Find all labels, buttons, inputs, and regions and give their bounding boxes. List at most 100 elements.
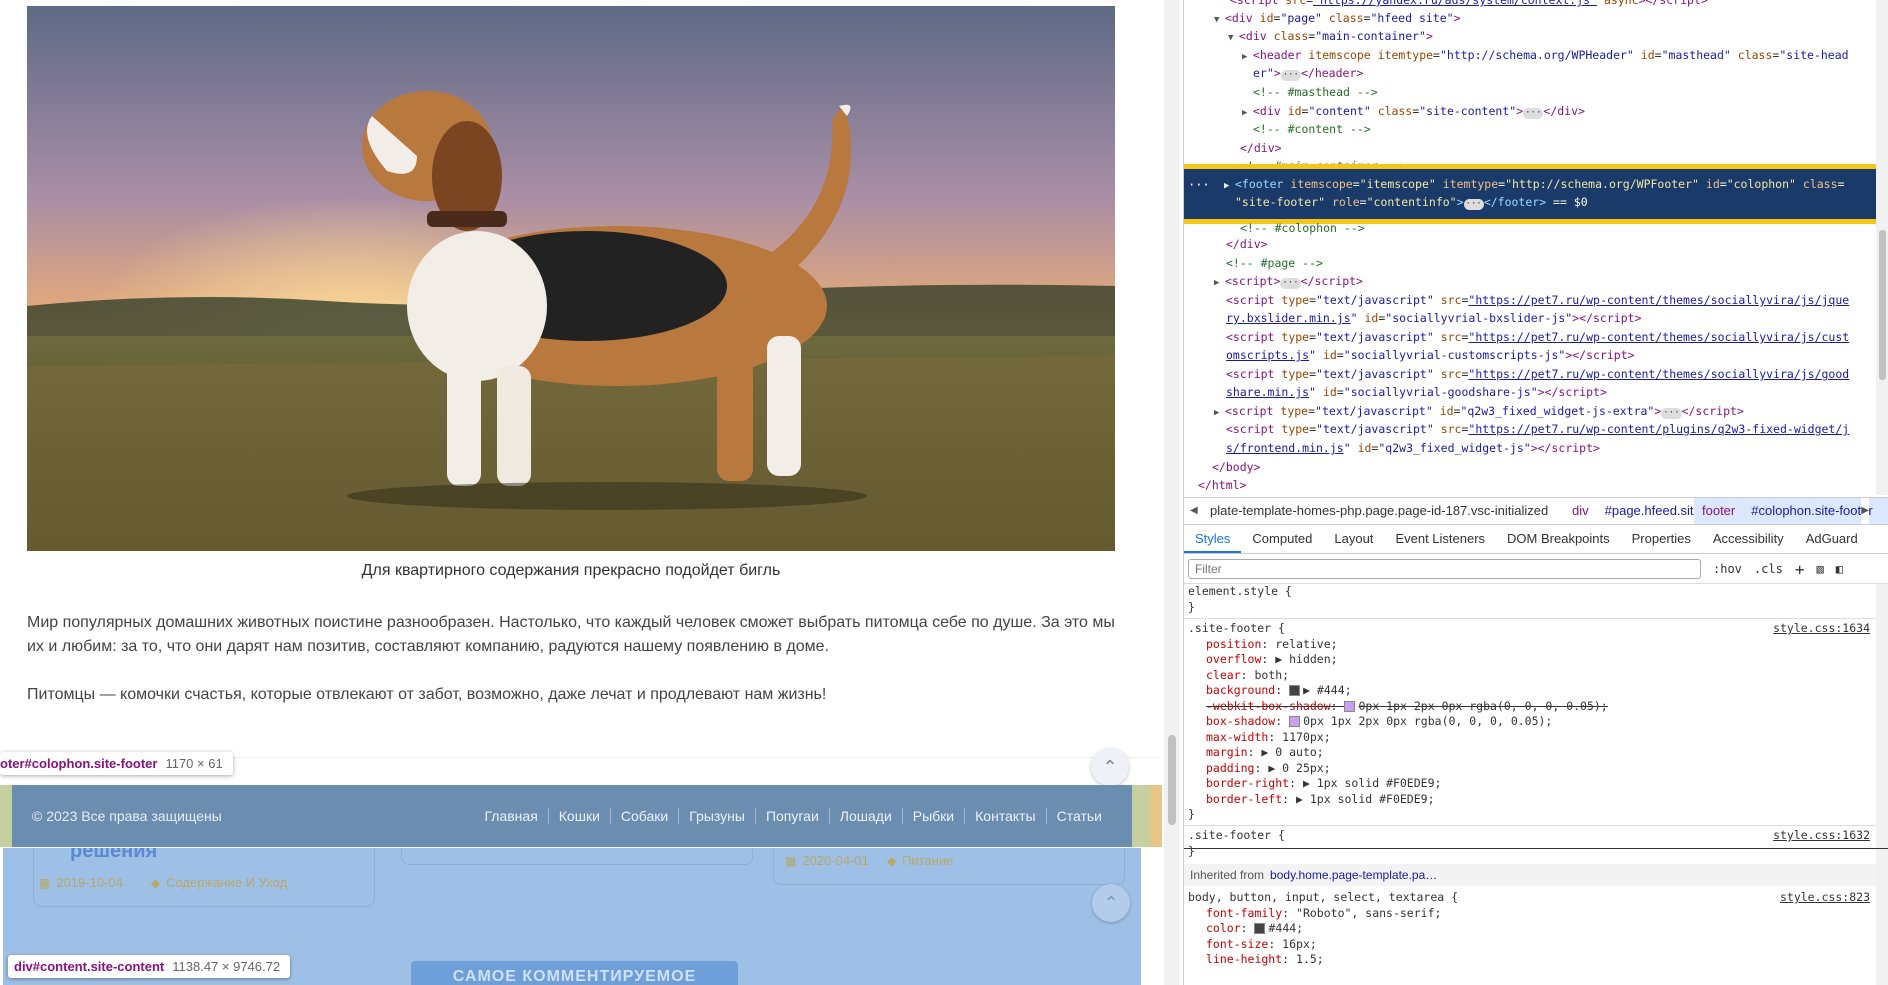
shadow-editor-icon[interactable] (1344, 701, 1356, 712)
rule-selector[interactable]: element.style { (1188, 584, 1292, 600)
paint-brush-icon[interactable]: ▧ (1816, 562, 1823, 576)
scrollbar-thumb[interactable] (1168, 735, 1176, 825)
css-property[interactable]: position: relative; (1206, 637, 1338, 653)
chevron-right-icon[interactable]: ▶ (1861, 498, 1869, 524)
tab-accessibility[interactable]: Accessibility (1702, 525, 1795, 553)
rule-source-link[interactable]: style.css:1634 (1773, 621, 1870, 635)
scroll-to-top-button[interactable]: ⌃ (1092, 884, 1130, 922)
image-caption: Для квартирного содержания прекрасно под… (361, 562, 781, 579)
elements-scrollbar[interactable] (1876, 0, 1888, 495)
article-paragraph: Мир популярных домашних животных поистин… (27, 614, 1115, 655)
expand-triangle-icon[interactable]: ▶ (1214, 405, 1225, 421)
scrollbar-thumb[interactable] (1879, 230, 1886, 380)
css-property[interactable]: line-height: 1.5; (1206, 952, 1324, 968)
css-property[interactable]: padding: ▶ 0 25px; (1206, 761, 1331, 777)
css-property[interactable]: font-size: 16px; (1206, 937, 1317, 953)
css-property[interactable]: font-family: "Roboto", sans-serif; (1206, 906, 1441, 922)
css-property[interactable]: border-right: ▶ 1px solid #F0EDE9; (1206, 776, 1441, 792)
divider (1184, 825, 1876, 826)
inherited-link[interactable]: body.home.page-template.pa… (1270, 868, 1437, 882)
footer-link-dogs[interactable]: Собаки (609, 808, 678, 824)
footer-link-parrots[interactable]: Попугаи (754, 808, 829, 824)
rule-close: } (1188, 844, 1195, 858)
rule-source-link[interactable]: style.css:823 (1780, 890, 1870, 904)
calendar-icon: ▦ (785, 853, 797, 868)
css-property[interactable]: color: #444; (1206, 921, 1303, 937)
beagle-photo (27, 6, 1115, 551)
footer-link-cats[interactable]: Кошки (547, 808, 610, 824)
chevron-up-icon: ⌃ (1103, 892, 1119, 913)
footer-link-contacts[interactable]: Контакты (964, 808, 1045, 824)
css-property-overridden[interactable]: -webkit-box-shadow: 0px 1px 2px 0px rgba… (1206, 699, 1608, 715)
tooltip-selector: oter#colophon.site-footer (0, 756, 158, 771)
rule-source-link[interactable]: style.css:1632 (1773, 828, 1870, 842)
footer-link-fish[interactable]: Рыбки (901, 808, 964, 824)
styles-filter-input[interactable] (1188, 559, 1701, 579)
footer-link-rodents[interactable]: Грызуны (678, 808, 755, 824)
divider (1184, 618, 1876, 619)
highlight-padding-overlay (1150, 785, 1162, 847)
styles-scrollbar[interactable] (1876, 584, 1888, 985)
new-rule-button[interactable]: + (1795, 560, 1805, 579)
shadow-editor-icon[interactable] (1289, 716, 1301, 727)
css-property[interactable]: border-left: ▶ 1px solid #F0EDE9; (1206, 792, 1435, 808)
selection-highlight (1184, 164, 1876, 224)
site-footer: © 2023 Все права защищены Главная Кошки … (12, 785, 1132, 847)
styles-pane: element.style { } .site-footer { style.c… (1184, 584, 1876, 985)
css-property[interactable]: clear: both; (1206, 668, 1289, 684)
rule-selector[interactable]: body, button, input, select, textarea { (1188, 890, 1458, 906)
devtools-panel: <script src="https://yandex.ru/ads/syste… (1183, 0, 1888, 985)
page-scrollbar[interactable] (1164, 0, 1180, 985)
most-commented-button[interactable]: САМОЕ КОММЕНТИРУЕМОЕ (411, 961, 738, 985)
footer-link-articles[interactable]: Статьи (1045, 808, 1112, 824)
breadcrumb-item-active[interactable]: footer #colophon.site-footer (1694, 498, 1888, 524)
post-tag[interactable]: Питание (902, 853, 953, 868)
class-toggle[interactable]: .cls (1754, 562, 1783, 576)
styles-toolbar: :hov .cls + ▧ ◧ (1184, 555, 1888, 584)
expand-triangle-icon[interactable]: ▶ (1242, 49, 1253, 65)
css-property[interactable]: overflow: ▶ hidden; (1206, 652, 1338, 668)
css-property[interactable]: box-shadow: 0px 1px 2px 0px rgba(0, 0, 0… (1206, 714, 1552, 730)
tab-adguard[interactable]: AdGuard (1795, 525, 1869, 553)
tab-event-listeners[interactable]: Event Listeners (1384, 525, 1496, 553)
chevron-up-icon: ⌃ (1102, 756, 1118, 777)
css-property[interactable]: background: ▶ #444; (1206, 683, 1352, 699)
color-swatch[interactable] (1254, 923, 1266, 934)
sidebar-toggle-icon[interactable]: ◧ (1836, 562, 1843, 576)
tab-computed[interactable]: Computed (1241, 525, 1323, 553)
scroll-to-top-button[interactable]: ⌃ (1091, 748, 1129, 786)
dom-breadcrumb: ◀ plate-template-homes-php.page.page-id-… (1184, 497, 1888, 525)
post-card (401, 848, 753, 865)
tab-layout[interactable]: Layout (1323, 525, 1384, 553)
tab-properties[interactable]: Properties (1621, 525, 1702, 553)
expand-triangle-icon[interactable]: ▼ (1228, 30, 1239, 46)
tag-icon: ◆ (886, 853, 897, 868)
tab-dom-breakpoints[interactable]: DOM Breakpoints (1496, 525, 1621, 553)
rule-selector[interactable]: .site-footer { (1188, 828, 1285, 844)
tag-icon: ◆ (150, 875, 161, 890)
elements-tree[interactable]: <script src="https://yandex.ru/ads/syste… (1184, 0, 1876, 495)
footer-link-horses[interactable]: Лошади (828, 808, 902, 824)
footer-link-home[interactable]: Главная (474, 808, 547, 824)
expand-triangle-icon[interactable]: ▶ (1214, 275, 1225, 291)
color-swatch[interactable] (1289, 685, 1301, 696)
hover-state-toggle[interactable]: :hov (1713, 562, 1742, 576)
post-date: 2020-04-01 (802, 853, 869, 868)
css-property[interactable]: max-width: 1170px; (1206, 730, 1331, 746)
css-property[interactable]: margin: ▶ 0 auto; (1206, 745, 1324, 761)
tooltip-size: 1138.47 × 9746.72 (172, 959, 281, 974)
expand-triangle-icon[interactable]: ▶ (1242, 105, 1253, 121)
post-tag[interactable]: Содержание И Уход (166, 875, 287, 890)
post-meta: ▦ 2020-04-01 ◆ Питание (785, 853, 953, 868)
breadcrumb-item[interactable]: plate-template-homes-php.page.page-id-18… (1210, 498, 1548, 524)
chevron-left-icon[interactable]: ◀ (1190, 498, 1198, 524)
divider (1184, 848, 1888, 849)
element-inspect-tooltip: oter#colophon.site-footer 1170 × 61 (0, 752, 233, 775)
post-card-title[interactable]: решения (70, 848, 157, 863)
expand-triangle-icon[interactable]: ▼ (1214, 12, 1225, 28)
tab-styles[interactable]: Styles (1184, 525, 1242, 553)
rule-selector[interactable]: .site-footer { (1188, 621, 1285, 637)
post-date: 2019-10-04 (56, 875, 123, 890)
article-paragraph: Питомцы — комочки счастья, которые отвле… (27, 686, 827, 703)
tooltip-selector: div#content.site-content (14, 959, 165, 974)
